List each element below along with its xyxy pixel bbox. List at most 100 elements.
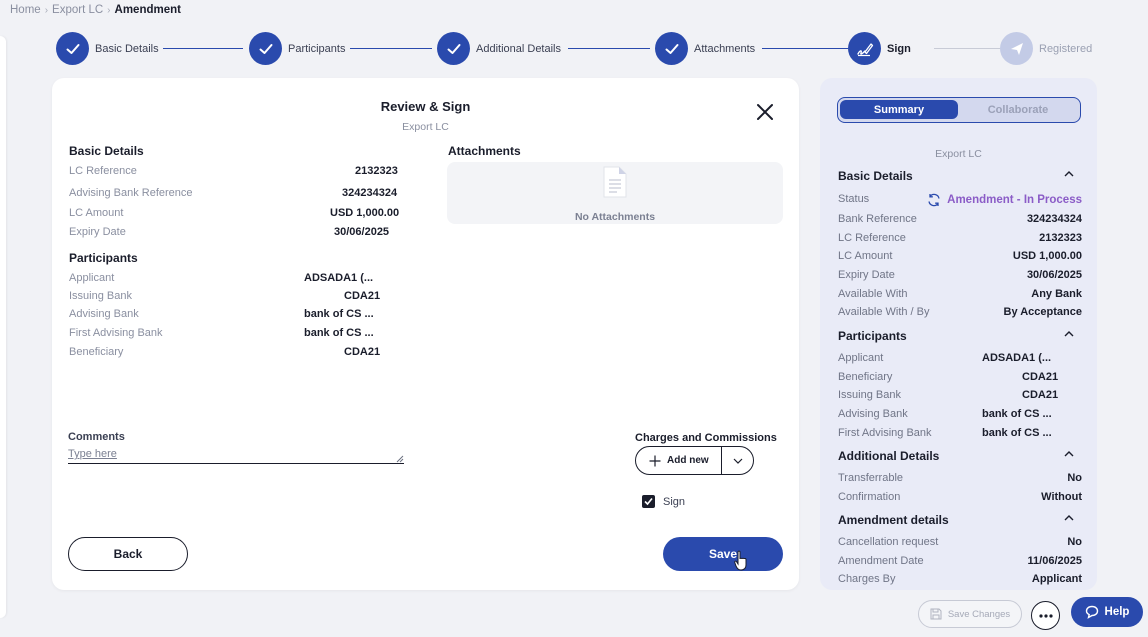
document-icon xyxy=(603,166,627,203)
chat-bubble-icon xyxy=(1085,605,1098,619)
summary-row: LC Amount USD 1,000.00 xyxy=(838,250,1082,265)
field-value: 324234324 xyxy=(342,187,398,199)
field-label: Confirmation xyxy=(838,491,901,503)
check-icon xyxy=(249,32,282,65)
summary-additional-details-header[interactable]: Additional Details xyxy=(838,449,1074,463)
stepper-connector xyxy=(762,48,848,49)
field-value: CDA21 xyxy=(344,290,381,302)
summary-participants-header[interactable]: Participants xyxy=(838,329,1074,343)
resize-grip-icon[interactable] xyxy=(396,455,404,463)
field-label: LC Amount xyxy=(69,207,124,219)
step-participants[interactable]: Participants xyxy=(249,32,345,65)
field-label: Applicant xyxy=(838,352,884,364)
save-button[interactable]: Save xyxy=(663,537,783,571)
summary-row: Beneficiary CDA21 xyxy=(838,371,1082,386)
tab-collaborate[interactable]: Collaborate xyxy=(959,100,1077,119)
step-label: Additional Details xyxy=(476,42,561,55)
chevron-up-icon[interactable] xyxy=(1064,331,1074,337)
check-icon xyxy=(655,32,688,65)
lc-reference-row: LC Reference 2132323 xyxy=(69,165,405,181)
field-value: 30/06/2025 xyxy=(334,226,390,238)
help-button[interactable]: Help xyxy=(1071,597,1143,627)
field-label: Expiry Date xyxy=(838,269,895,281)
chevron-up-icon[interactable] xyxy=(1064,171,1074,177)
field-value: USD 1,000.00 xyxy=(330,207,400,219)
applicant-row: Applicant ADSADA1 (... xyxy=(69,272,405,288)
charges-label: Charges and Commissions xyxy=(635,432,777,444)
field-value: bank of CS ... xyxy=(304,327,374,339)
stepper-connector xyxy=(934,48,1000,49)
field-value: 2132323 xyxy=(1039,232,1082,244)
chevron-up-icon[interactable] xyxy=(1064,451,1074,457)
summary-row: Cancellation request No xyxy=(838,536,1082,551)
check-icon xyxy=(644,497,653,506)
summary-amendment-details-header[interactable]: Amendment details xyxy=(838,513,1074,527)
add-new-button[interactable]: Add new xyxy=(636,447,722,474)
review-title: Review & Sign xyxy=(380,99,471,114)
status-value: Amendment - In Process xyxy=(947,194,1082,206)
sign-checkbox[interactable] xyxy=(642,495,655,508)
field-value: CDA21 xyxy=(1022,371,1059,383)
step-attachments[interactable]: Attachments xyxy=(655,32,755,65)
field-label: Bank Reference xyxy=(838,213,917,225)
field-label: LC Reference xyxy=(838,232,906,244)
summary-row: Issuing Bank CDA21 xyxy=(838,389,1082,404)
section-heading: Participants xyxy=(838,329,907,343)
summary-row: Advising Bank bank of CS ... xyxy=(838,408,1082,423)
field-value: CDA21 xyxy=(344,346,381,358)
summary-basic-details-header[interactable]: Basic Details xyxy=(838,169,1074,183)
add-new-label: Add new xyxy=(667,455,709,466)
review-sign-card: Review & Sign Export LC Basic Details LC… xyxy=(52,78,799,590)
back-button[interactable]: Back xyxy=(68,537,188,571)
summary-row: Bank Reference 324234324 xyxy=(838,213,1082,228)
add-new-split-button: Add new xyxy=(635,446,754,475)
breadcrumb-home[interactable]: Home xyxy=(10,4,41,16)
chevron-up-icon[interactable] xyxy=(1064,515,1074,521)
lc-amount-row: LC Amount USD 1,000.00 xyxy=(69,207,405,223)
step-sign[interactable]: Sign xyxy=(848,32,911,65)
first-advising-bank-row: First Advising Bank bank of CS ... xyxy=(69,327,405,343)
stepper-connector xyxy=(568,48,650,49)
status-badge: Amendment - In Process xyxy=(927,193,1082,207)
floppy-disk-icon xyxy=(930,608,942,620)
summary-panel: Summary Collaborate Export LC Basic Deta… xyxy=(820,78,1097,590)
breadcrumb-current: Amendment xyxy=(114,4,181,16)
step-label: Sign xyxy=(887,42,911,55)
summary-row: Expiry Date 30/06/2025 xyxy=(838,269,1082,284)
field-value: CDA21 xyxy=(1022,389,1059,401)
field-label: Advising Bank xyxy=(69,308,139,320)
comments-textarea[interactable] xyxy=(68,448,404,464)
field-value: Any Bank xyxy=(1031,288,1082,300)
step-label: Participants xyxy=(288,42,346,55)
attachments-empty-state: No Attachments xyxy=(447,162,783,224)
step-additional-details[interactable]: Additional Details xyxy=(437,32,561,65)
attachments-heading: Attachments xyxy=(448,144,521,158)
advising-bank-row: Advising Bank bank of CS ... xyxy=(69,308,405,324)
beneficiary-row: Beneficiary CDA21 xyxy=(69,346,405,362)
breadcrumb-separator: › xyxy=(44,4,49,16)
add-new-dropdown-toggle[interactable] xyxy=(722,447,753,474)
field-label: Beneficiary xyxy=(838,371,893,383)
more-options-button[interactable] xyxy=(1031,601,1060,630)
sign-checkbox-row[interactable]: Sign xyxy=(642,495,685,508)
summary-row: Amendment Date 11/06/2025 xyxy=(838,555,1082,570)
tab-summary[interactable]: Summary xyxy=(840,100,958,119)
step-label: Attachments xyxy=(694,42,756,55)
save-changes-button[interactable]: Save Changes xyxy=(918,600,1022,628)
check-icon xyxy=(437,32,470,65)
signature-icon xyxy=(848,32,881,65)
hand-cursor-icon xyxy=(734,550,747,571)
expiry-date-row: Expiry Date 30/06/2025 xyxy=(69,226,405,242)
participants-heading: Participants xyxy=(69,251,138,265)
breadcrumb-export-lc[interactable]: Export LC xyxy=(52,4,103,16)
close-button[interactable] xyxy=(755,102,775,122)
summary-row: First Advising Bank bank of CS ... xyxy=(838,427,1082,442)
field-label: Beneficiary xyxy=(69,346,124,358)
check-icon xyxy=(56,32,89,65)
comments-label: Comments xyxy=(68,431,125,443)
stepper-connector xyxy=(163,48,243,49)
field-label: Issuing Bank xyxy=(69,290,132,302)
breadcrumb-separator: › xyxy=(107,4,111,16)
step-basic-details[interactable]: Basic Details xyxy=(56,32,159,65)
field-label: Expiry Date xyxy=(69,226,126,238)
